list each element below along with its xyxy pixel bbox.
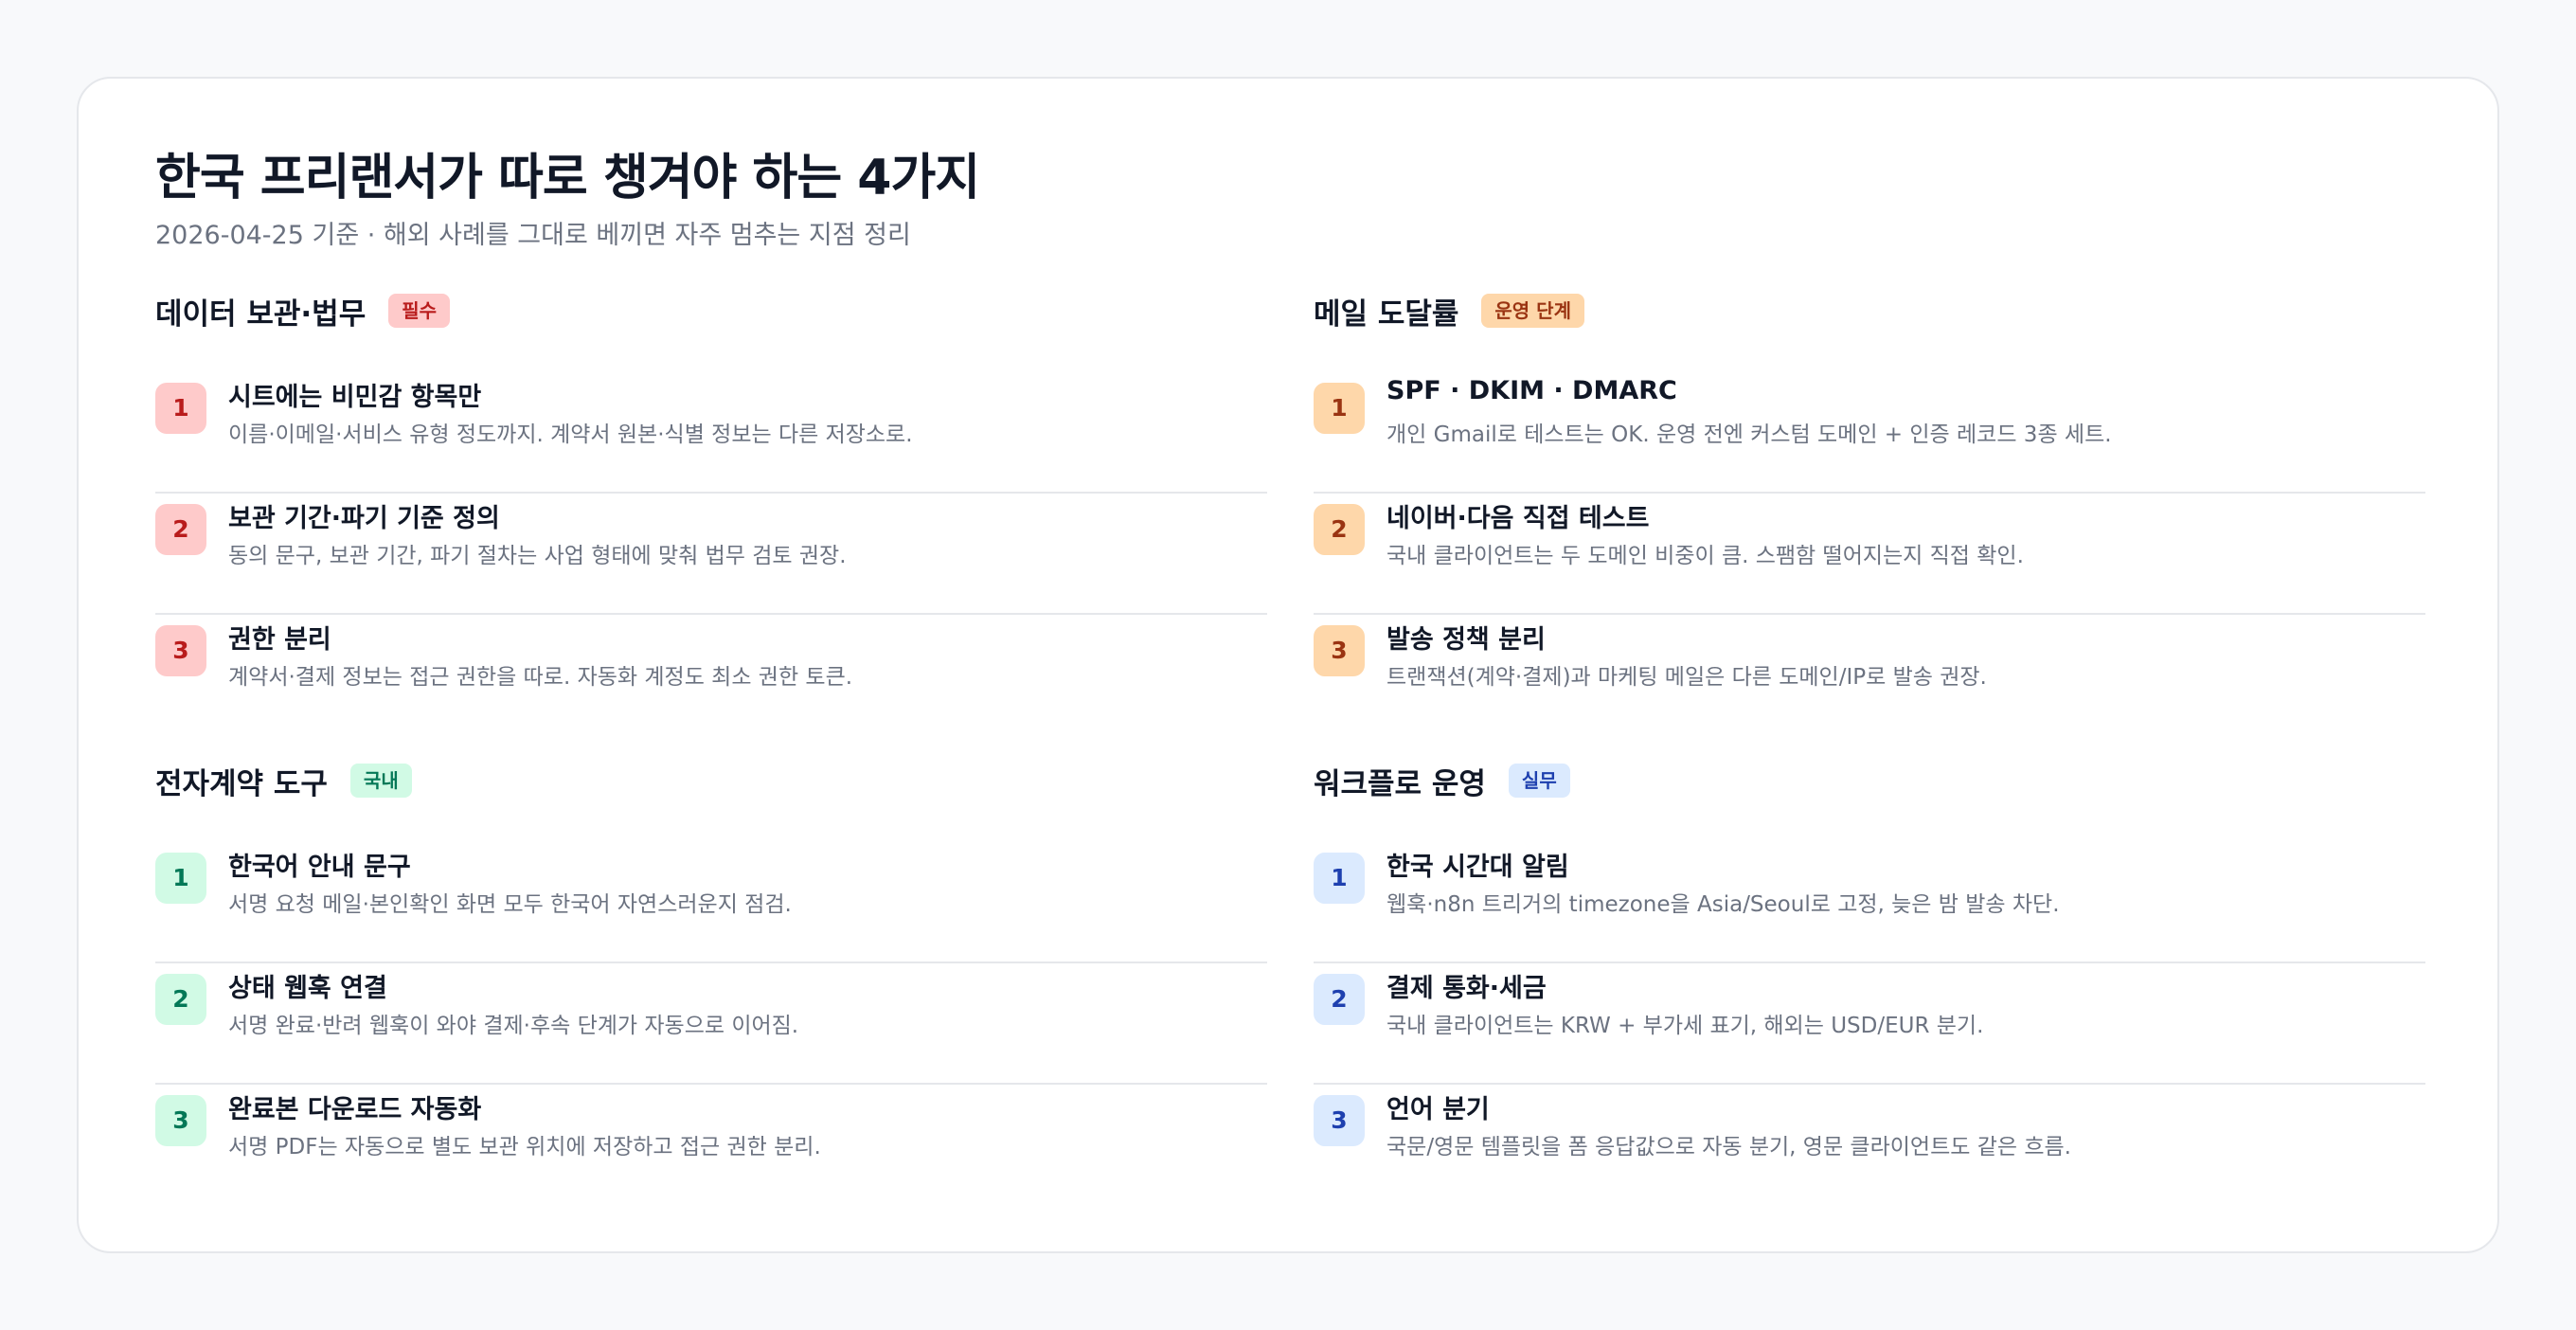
- item-number-badge: 1: [1314, 853, 1365, 904]
- item-title: 한국 시간대 알림: [1386, 853, 1569, 882]
- item-description: 국문/영문 템플릿을 폼 응답값으로 자동 분기, 영문 클라이언트도 같은 흐…: [1386, 1135, 2071, 1159]
- item-number-badge: 3: [155, 625, 206, 676]
- item-description: 동의 문구, 보관 기간, 파기 절차는 사업 형태에 맞춰 법무 검토 권장.: [228, 544, 847, 568]
- item-number-badge: 2: [1314, 504, 1365, 555]
- checklist-card: 한국 프리랜서가 따로 챙겨야 하는 4가지 2026-04-25 기준 · 해…: [77, 77, 2499, 1253]
- list-item: 2 네이버·다음 직접 테스트 국내 클라이언트는 두 도메인 비중이 큼. 스…: [1314, 494, 2425, 615]
- section-badge: 운영 단계: [1481, 294, 1584, 328]
- item-description: 웹훅·n8n 트리거의 timezone을 Asia/Seoul로 고정, 늦은…: [1386, 892, 2060, 917]
- section-item-list: 1 한국 시간대 알림 웹훅·n8n 트리거의 timezone을 Asia/S…: [1314, 842, 2425, 1206]
- section-esign-tools: 전자계약 도구 국내 1 한국어 안내 문구 서명 요청 메일·본인확인 화면 …: [155, 762, 1267, 1206]
- item-title: 완료본 다운로드 자동화: [228, 1095, 482, 1124]
- section-item-list: 1 시트에는 비민감 항목만 이름·이메일·서비스 유형 정도까지. 계약서 원…: [155, 372, 1267, 736]
- item-title: 언어 분기: [1386, 1095, 1490, 1124]
- item-title: 네이버·다음 직접 테스트: [1386, 504, 1650, 533]
- section-title: 전자계약 도구: [155, 766, 328, 801]
- list-item: 3 권한 분리 계약서·결제 정보는 접근 권한을 따로. 자동화 계정도 최소…: [155, 615, 1267, 736]
- section-data-legal: 데이터 보관·법무 필수 1 시트에는 비민감 항목만 이름·이메일·서비스 유…: [155, 292, 1267, 736]
- list-item: 1 SPF · DKIM · DMARC 개인 Gmail로 테스트는 OK. …: [1314, 372, 2425, 494]
- item-number-badge: 3: [155, 1095, 206, 1146]
- item-description: 계약서·결제 정보는 접근 권한을 따로. 자동화 계정도 최소 권한 토큰.: [228, 665, 853, 690]
- list-item: 1 한국 시간대 알림 웹훅·n8n 트리거의 timezone을 Asia/S…: [1314, 842, 2425, 963]
- list-item: 3 언어 분기 국문/영문 템플릿을 폼 응답값으로 자동 분기, 영문 클라이…: [1314, 1085, 2425, 1206]
- list-item: 3 발송 정책 분리 트랜잭션(계약·결제)과 마케팅 메일은 다른 도메인/I…: [1314, 615, 2425, 736]
- page-title: 한국 프리랜서가 따로 챙겨야 하는 4가지: [155, 150, 980, 207]
- item-title: 발송 정책 분리: [1386, 625, 1546, 655]
- item-description: 국내 클라이언트는 KRW + 부가세 표기, 해외는 USD/EUR 분기.: [1386, 1014, 1984, 1038]
- item-number-badge: 1: [155, 383, 206, 434]
- section-title: 데이터 보관·법무: [155, 297, 367, 332]
- item-title: 권한 분리: [228, 625, 331, 655]
- item-number-badge: 2: [155, 974, 206, 1025]
- item-number-badge: 2: [155, 504, 206, 555]
- list-item: 2 결제 통화·세금 국내 클라이언트는 KRW + 부가세 표기, 해외는 U…: [1314, 963, 2425, 1085]
- item-title: 상태 웹훅 연결: [228, 974, 387, 1003]
- section-header: 메일 도달률 운영 단계: [1314, 292, 2425, 332]
- item-description: 개인 Gmail로 테스트는 OK. 운영 전엔 커스텀 도메인 + 인증 레코…: [1386, 422, 2112, 447]
- section-title: 메일 도달률: [1314, 297, 1459, 332]
- item-title: 시트에는 비민감 항목만: [228, 383, 482, 412]
- section-header: 전자계약 도구 국내: [155, 762, 1267, 801]
- item-title: 한국어 안내 문구: [228, 853, 411, 882]
- item-number-badge: 3: [1314, 1095, 1365, 1146]
- section-item-list: 1 SPF · DKIM · DMARC 개인 Gmail로 테스트는 OK. …: [1314, 372, 2425, 736]
- section-title: 워크플로 운영: [1314, 766, 1486, 801]
- section-badge: 실무: [1508, 764, 1570, 798]
- item-number-badge: 1: [1314, 383, 1365, 434]
- item-number-badge: 3: [1314, 625, 1365, 676]
- list-item: 1 시트에는 비민감 항목만 이름·이메일·서비스 유형 정도까지. 계약서 원…: [155, 372, 1267, 494]
- section-workflow-ops: 워크플로 운영 실무 1 한국 시간대 알림 웹훅·n8n 트리거의 timez…: [1314, 762, 2425, 1206]
- section-header: 데이터 보관·법무 필수: [155, 292, 1267, 332]
- section-header: 워크플로 운영 실무: [1314, 762, 2425, 801]
- item-description: 트랜잭션(계약·결제)과 마케팅 메일은 다른 도메인/IP로 발송 권장.: [1386, 665, 1987, 690]
- item-description: 국내 클라이언트는 두 도메인 비중이 큼. 스팸함 떨어지는지 직접 확인.: [1386, 544, 2024, 568]
- item-description: 서명 PDF는 자동으로 별도 보관 위치에 저장하고 접근 권한 분리.: [228, 1135, 821, 1159]
- list-item: 3 완료본 다운로드 자동화 서명 PDF는 자동으로 별도 보관 위치에 저장…: [155, 1085, 1267, 1206]
- list-item: 1 한국어 안내 문구 서명 요청 메일·본인확인 화면 모두 한국어 자연스러…: [155, 842, 1267, 963]
- item-title: 보관 기간·파기 기준 정의: [228, 504, 500, 533]
- item-number-badge: 1: [155, 853, 206, 904]
- section-item-list: 1 한국어 안내 문구 서명 요청 메일·본인확인 화면 모두 한국어 자연스러…: [155, 842, 1267, 1206]
- section-mail-deliverability: 메일 도달률 운영 단계 1 SPF · DKIM · DMARC 개인 Gma…: [1314, 292, 2425, 736]
- item-description: 이름·이메일·서비스 유형 정도까지. 계약서 원본·식별 정보는 다른 저장소…: [228, 422, 913, 447]
- section-badge: 국내: [349, 764, 412, 798]
- section-badge: 필수: [388, 294, 451, 328]
- item-description: 서명 완료·반려 웹훅이 와야 결제·후속 단계가 자동으로 이어짐.: [228, 1014, 799, 1038]
- list-item: 2 상태 웹훅 연결 서명 완료·반려 웹훅이 와야 결제·후속 단계가 자동으…: [155, 963, 1267, 1085]
- item-title: 결제 통화·세금: [1386, 974, 1547, 1003]
- item-number-badge: 2: [1314, 974, 1365, 1025]
- item-description: 서명 요청 메일·본인확인 화면 모두 한국어 자연스러운지 점검.: [228, 892, 792, 917]
- list-item: 2 보관 기간·파기 기준 정의 동의 문구, 보관 기간, 파기 절차는 사업…: [155, 494, 1267, 615]
- page-subtitle: 2026-04-25 기준 · 해외 사례를 그대로 베끼면 자주 멈추는 지점…: [155, 221, 911, 250]
- item-title: SPF · DKIM · DMARC: [1386, 376, 1677, 405]
